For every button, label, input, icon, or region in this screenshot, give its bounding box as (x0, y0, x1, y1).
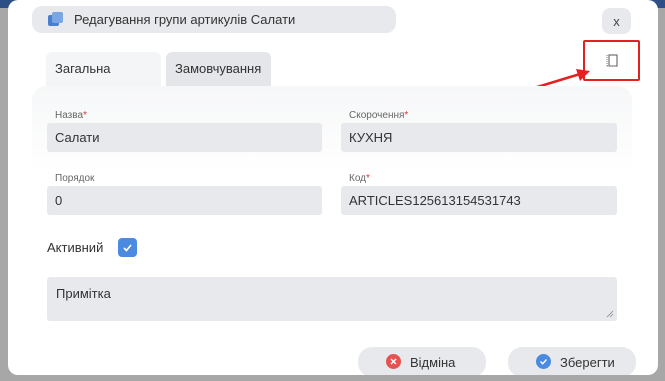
order-field[interactable]: 0 (47, 186, 322, 215)
resize-grip-icon[interactable] (606, 310, 614, 318)
tab-general[interactable]: Загальна (46, 52, 161, 88)
notes-textarea[interactable]: Примітка (47, 277, 617, 321)
save-button-label: Зберегти (560, 354, 615, 370)
dialog-title: Редагування групи артикулів Салати (74, 12, 296, 27)
code-label: Код* (349, 173, 370, 184)
short-name-label: Скорочення* (349, 110, 409, 121)
save-button[interactable]: Зберегти (508, 347, 636, 375)
short-name-field[interactable]: КУХНЯ (341, 123, 617, 152)
name-field[interactable]: Салати (47, 123, 322, 152)
code-field[interactable]: ARTICLES125613154531743 (341, 186, 617, 215)
tab-defaults[interactable]: Замовчування (166, 52, 271, 86)
dialog-title-bar: Редагування групи артикулів Салати (32, 6, 396, 33)
notes-placeholder: Примітка (56, 286, 111, 301)
name-label: Назва* (55, 110, 87, 121)
page-layout-icon (606, 54, 617, 66)
checkmark-circle-icon (536, 354, 551, 369)
order-label: Порядок (55, 173, 95, 184)
active-label: Активний (47, 240, 104, 255)
cancel-button-label: Відміна (410, 354, 456, 370)
cancel-icon (386, 354, 401, 369)
cancel-button[interactable]: Відміна (358, 347, 486, 375)
close-button[interactable]: x (602, 8, 631, 34)
checkmark-icon (123, 244, 132, 252)
copy-icon (48, 11, 64, 28)
active-checkbox[interactable] (118, 238, 137, 257)
edit-article-group-dialog: Редагування групи артикулів Салати x Заг… (8, 0, 658, 375)
